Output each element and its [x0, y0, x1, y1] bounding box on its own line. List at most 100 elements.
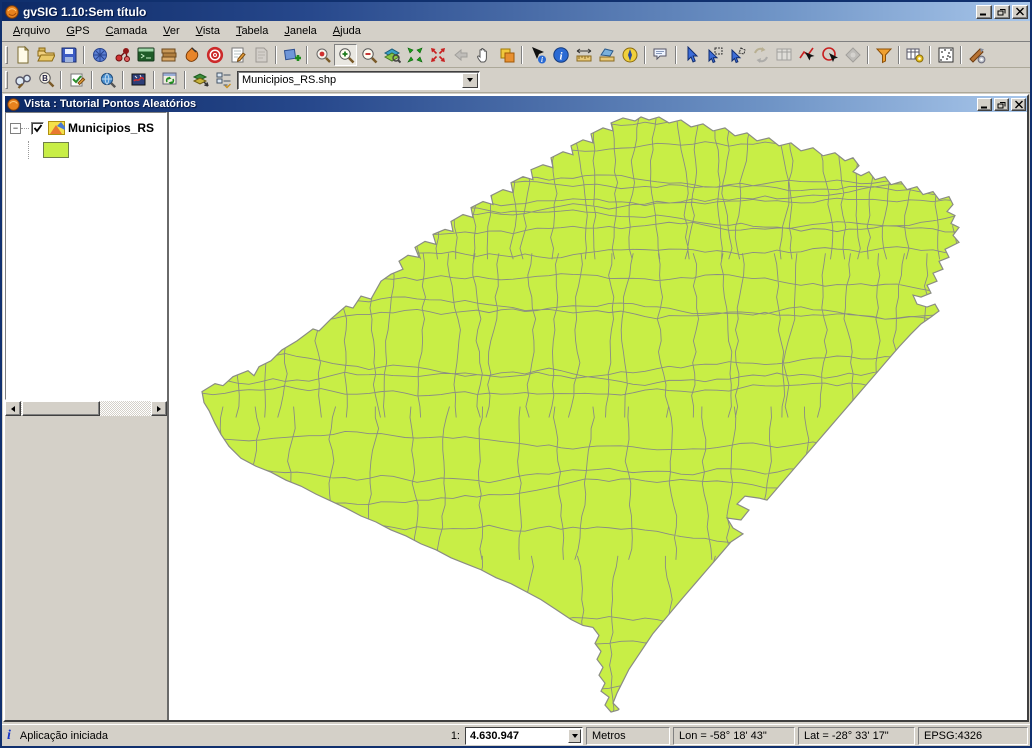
start-edit-button[interactable]: [65, 69, 88, 91]
menu-bar: ArquivoGPSCamadaVerVistaTabelaJanelaAjud…: [2, 21, 1030, 42]
info-button[interactable]: i: [549, 44, 572, 66]
info-pointer-button[interactable]: i: [526, 44, 549, 66]
longitude-panel: Lon = -58° 18' 43": [673, 727, 795, 745]
menu-camada[interactable]: Camada: [99, 22, 155, 40]
restore-button[interactable]: [994, 5, 1010, 19]
centre-view-icon: [206, 46, 224, 64]
measure-area-button[interactable]: [595, 44, 618, 66]
measure-area-icon: [598, 46, 616, 64]
attribute-search-button[interactable]: B: [34, 69, 57, 91]
frames-icon: [498, 46, 516, 64]
select-circle-button[interactable]: [818, 44, 841, 66]
catalog-button[interactable]: [157, 44, 180, 66]
measure-distance-button[interactable]: [572, 44, 595, 66]
scroll-left-button[interactable]: [5, 401, 21, 416]
toolbar-separator: [675, 46, 677, 64]
frames-button[interactable]: [495, 44, 518, 66]
scale-value: 4.630.947: [466, 730, 568, 742]
add-event-layer-button[interactable]: [111, 44, 134, 66]
hyperlink-button[interactable]: [649, 44, 672, 66]
epsg-panel: EPSG:4326: [918, 727, 1028, 745]
hyperlink-icon: [652, 46, 670, 64]
menu-ajuda[interactable]: Ajuda: [326, 22, 368, 40]
legend-row[interactable]: [28, 141, 166, 159]
binoculars-search-button[interactable]: [11, 69, 34, 91]
toolbox-button[interactable]: [965, 44, 988, 66]
layer-visibility-checkbox[interactable]: [31, 122, 44, 135]
select-circle-icon: [821, 46, 839, 64]
info-icon: i: [552, 46, 570, 64]
select-polyline-button[interactable]: [795, 44, 818, 66]
menu-gps[interactable]: GPS: [59, 22, 96, 40]
locate-compass-button[interactable]: [618, 44, 641, 66]
zoom-out-button[interactable]: [357, 44, 380, 66]
toc-horizontal-scrollbar[interactable]: [5, 400, 167, 416]
toolbar-grip[interactable]: [5, 46, 8, 64]
scrollbar-thumb[interactable]: [22, 401, 100, 416]
open-project-icon: [37, 46, 55, 64]
units-panel: Metros: [586, 727, 670, 745]
random-points-button[interactable]: [934, 44, 957, 66]
layer-arrange-button[interactable]: [189, 69, 212, 91]
locate-compass-icon: [621, 46, 639, 64]
toolbar-separator: [60, 71, 62, 89]
zoom-manager-button[interactable]: [311, 44, 334, 66]
tree-collapse-icon[interactable]: −: [10, 123, 21, 134]
toolbar-grip[interactable]: [5, 71, 8, 89]
locator-map-button[interactable]: [127, 69, 150, 91]
layer-tree-row[interactable]: − Municipios_RS: [10, 121, 166, 135]
select-button[interactable]: [680, 44, 703, 66]
zoom-in-button[interactable]: [334, 44, 357, 66]
scroll-right-button[interactable]: [151, 401, 167, 416]
zoom-globe-button[interactable]: [96, 69, 119, 91]
municipalities-map: [169, 112, 1027, 720]
centre-view-button[interactable]: [203, 44, 226, 66]
menu-ver[interactable]: Ver: [156, 22, 187, 40]
add-view-button[interactable]: [280, 44, 303, 66]
zoom-in-icon: [337, 46, 355, 64]
new-document-button[interactable]: [11, 44, 34, 66]
gazetteer-button[interactable]: [180, 44, 203, 66]
toolbar-secondary-icons: B: [4, 69, 235, 91]
menu-tabela[interactable]: Tabela: [229, 22, 275, 40]
console-button[interactable]: [134, 44, 157, 66]
save-project-button[interactable]: [57, 44, 80, 66]
combo-dropdown-button[interactable]: [462, 73, 478, 88]
project-window-button[interactable]: [88, 44, 111, 66]
zoom-all-layers-button[interactable]: [380, 44, 403, 66]
open-project-button[interactable]: [34, 44, 57, 66]
vista-close-button[interactable]: [1011, 98, 1026, 111]
menu-janela[interactable]: Janela: [277, 22, 323, 40]
zoom-full-extent-button[interactable]: [426, 44, 449, 66]
layer-list-button[interactable]: [212, 69, 235, 91]
map-canvas[interactable]: [169, 112, 1027, 720]
zoom-selection-button[interactable]: [403, 44, 426, 66]
refresh-view-button[interactable]: [158, 69, 181, 91]
table-settings-button[interactable]: [903, 44, 926, 66]
vista-window-title: Vista : Tutorial Pontos Aleatórios: [20, 98, 977, 110]
select-polygon-button[interactable]: [726, 44, 749, 66]
close-button[interactable]: [1012, 5, 1028, 19]
scrollbar-track[interactable]: [21, 401, 151, 416]
active-layer-combobox[interactable]: Municipios_RS.shp: [237, 71, 480, 90]
table-of-contents-panel: − Municipios_RS: [5, 112, 169, 720]
minimize-button[interactable]: [976, 5, 992, 19]
toolbar-separator: [122, 71, 124, 89]
menu-arquivo[interactable]: Arquivo: [6, 22, 57, 40]
scale-dropdown-button[interactable]: [568, 729, 581, 743]
active-layer-value: Municipios_RS.shp: [238, 74, 462, 86]
menu-vista[interactable]: Vista: [189, 22, 227, 40]
layer-tree: − Municipios_RS: [5, 112, 167, 400]
start-edit-icon: [68, 71, 86, 89]
select-rectangle-icon: [706, 46, 724, 64]
scale-combobox[interactable]: 4.630.947: [465, 727, 583, 745]
filter-button[interactable]: [872, 44, 895, 66]
pan-icon: [475, 46, 493, 64]
select-rectangle-button[interactable]: [703, 44, 726, 66]
pan-button[interactable]: [472, 44, 495, 66]
invert-selection-button: [749, 44, 772, 66]
console-icon: [137, 46, 155, 64]
vista-restore-button[interactable]: [994, 98, 1009, 111]
edit-annotation-button[interactable]: [226, 44, 249, 66]
vista-minimize-button[interactable]: [977, 98, 992, 111]
